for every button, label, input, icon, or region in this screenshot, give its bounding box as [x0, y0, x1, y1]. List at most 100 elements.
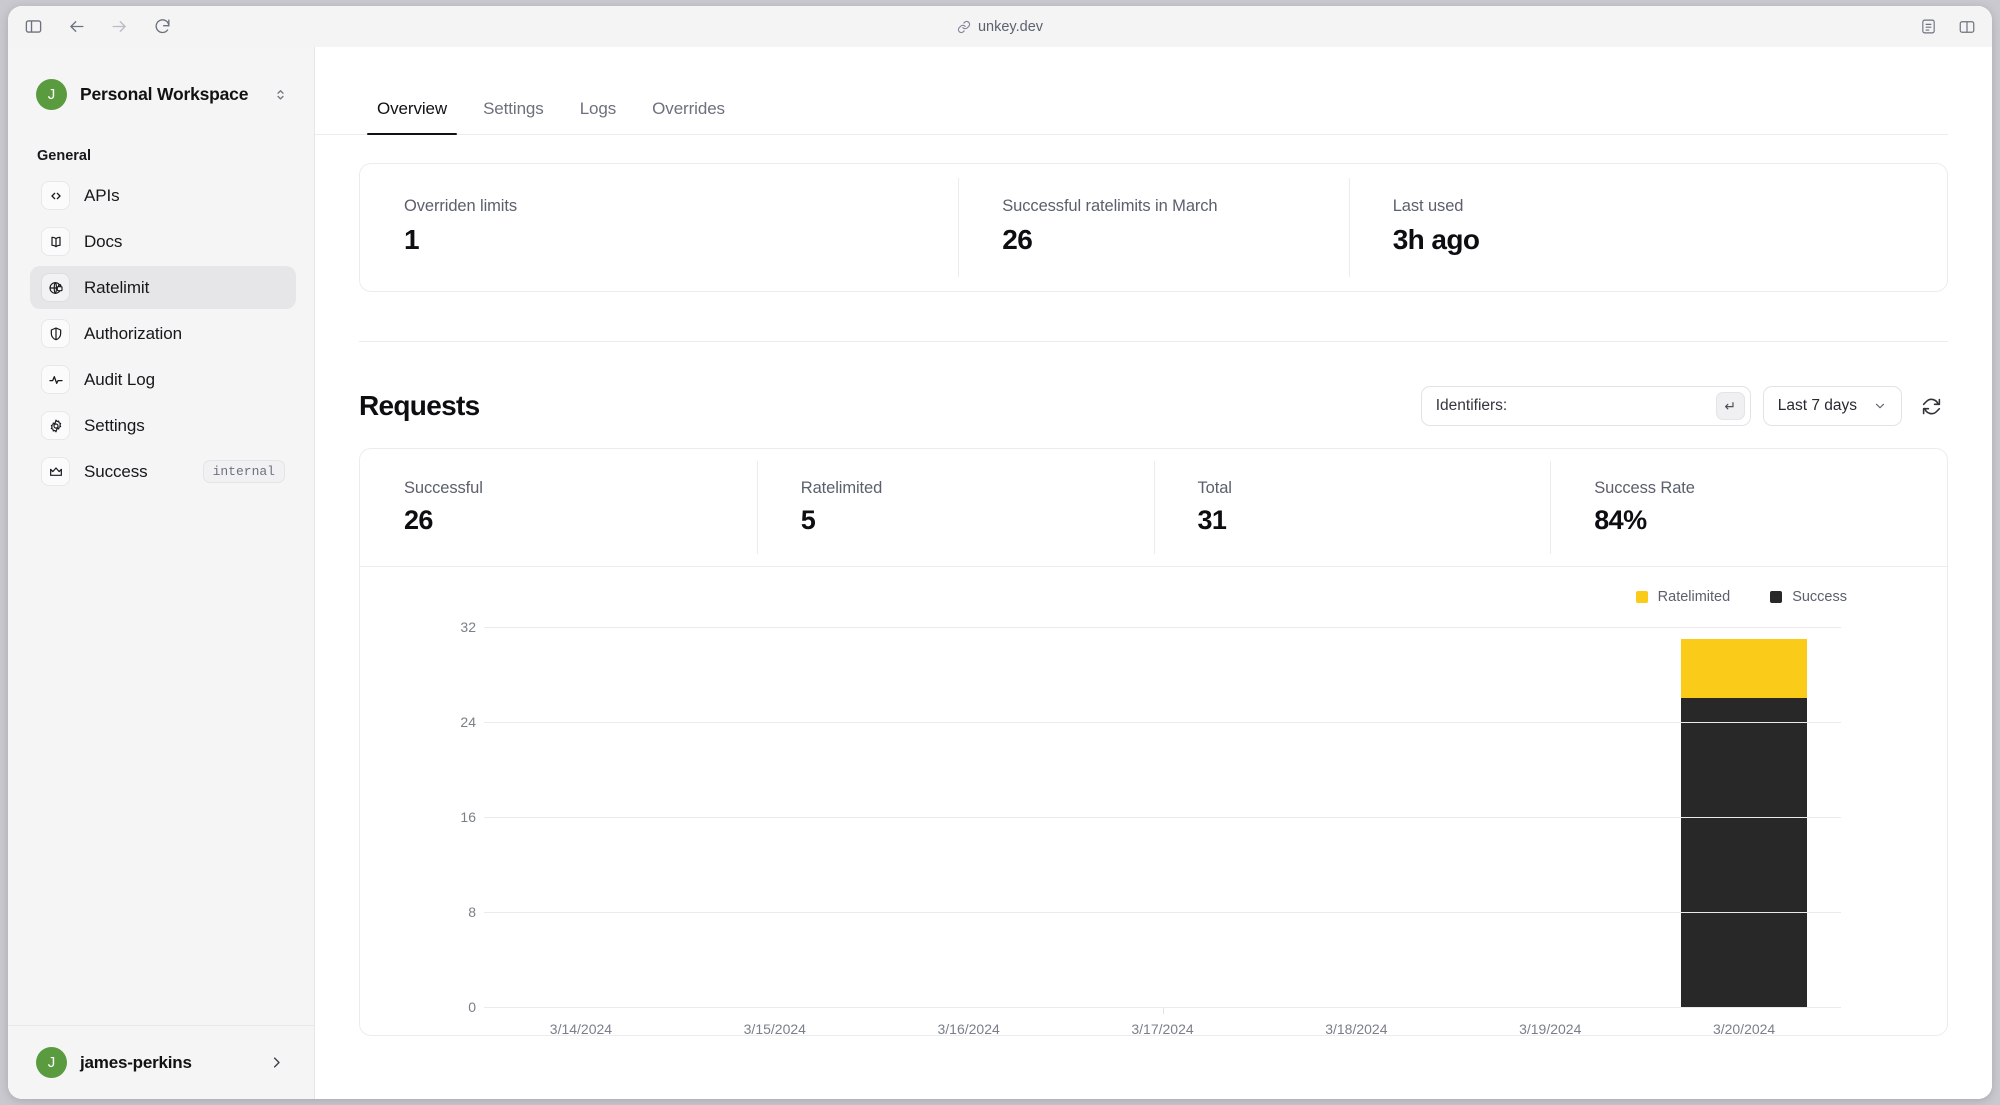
chart-y-tick: 24: [460, 714, 476, 730]
legend-swatch: [1635, 591, 1648, 603]
crown-icon: [41, 457, 70, 486]
stat-value: 5: [800, 505, 816, 535]
app-shell: J Personal Workspace General APIs Docs R…: [8, 47, 1992, 1099]
chart-plot-area: 3/14/2024 3/15/2024 3/16/2024 3/17/2024 3/18…: [428, 619, 1903, 1035]
chart-y-tick: 8: [468, 904, 476, 920]
reader-view-icon[interactable]: [1917, 16, 1939, 38]
chart-x-tick: 3/15/2024: [678, 1007, 1164, 1035]
chart-x-tick: 3/14/2024: [484, 1007, 1164, 1035]
user-name: james-perkins: [80, 1052, 192, 1072]
requests-stats-row: Successful 26 Ratelimited 5 Total 31 Suc…: [360, 449, 1947, 567]
sidebar-item-audit-log[interactable]: Audit Log: [30, 358, 296, 401]
panel-toggle-icon[interactable]: [1956, 16, 1978, 38]
summary-successful-ratelimits: Successful ratelimits in March 26: [958, 164, 1348, 291]
sidebar-footer: J james-perkins: [8, 1025, 314, 1099]
sidebar-item-success[interactable]: Success internal: [30, 450, 296, 493]
sidebar-item-label: Success: [84, 461, 148, 481]
chevron-right-icon: [269, 1055, 284, 1070]
browser-chrome: unkey.dev: [8, 6, 1992, 47]
chart-y-tick: 0: [468, 999, 476, 1015]
tab-overview[interactable]: Overview: [359, 99, 465, 135]
legend-label: Success: [1792, 589, 1847, 605]
stat-label: Success Rate: [1594, 479, 1695, 497]
avatar: J: [36, 1047, 67, 1078]
chart-gridline: [484, 817, 1841, 818]
stat-value: 84%: [1594, 505, 1647, 535]
tab-settings[interactable]: Settings: [465, 99, 562, 134]
refresh-icon: [1921, 396, 1942, 417]
sidebar-toggle-icon[interactable]: [22, 16, 44, 38]
sidebar-item-authorization[interactable]: Authorization: [30, 312, 296, 355]
legend-swatch: [1770, 591, 1783, 603]
chart-bar-segment-ratelimited: [1681, 638, 1808, 699]
reload-icon[interactable]: [151, 16, 173, 38]
chart-bar-segment-success: [1681, 698, 1808, 1007]
chart-y-tick: 32: [460, 619, 476, 635]
chart-gridline: [484, 627, 1841, 628]
chart-x-tick: 3/19/2024: [1162, 1007, 1647, 1035]
requests-toolbar: Identifiers: ↵ Last 7 days: [1420, 386, 1948, 426]
chart-gridline: [484, 912, 1841, 913]
legend-label: Ratelimited: [1657, 589, 1731, 605]
chart-gridline: [484, 1007, 1841, 1008]
stat-label: Ratelimited: [800, 479, 883, 497]
requests-card: Successful 26 Ratelimited 5 Total 31 Suc…: [359, 448, 1948, 1036]
date-range-select[interactable]: Last 7 days: [1762, 386, 1902, 426]
summary-value: 1: [404, 224, 420, 255]
sidebar-section-label: General: [37, 148, 91, 164]
stat-success-rate: Success Rate 84%: [1550, 449, 1947, 566]
workspace-avatar: J: [36, 79, 67, 110]
stat-value: 31: [1197, 505, 1227, 535]
summary-last-used: Last used 3h ago: [1348, 164, 1947, 291]
chart-x-tick: 3/18/2024: [1162, 1007, 1453, 1035]
content-area: Overriden limits 1 Successful ratelimits…: [315, 135, 1992, 1036]
sidebar-item-label: Ratelimit: [84, 277, 150, 297]
forward-arrow-icon[interactable]: [108, 16, 130, 38]
sidebar-item-settings[interactable]: Settings: [30, 404, 296, 447]
sidebar-item-docs[interactable]: Docs: [30, 220, 296, 263]
user-menu[interactable]: J james-perkins: [32, 1042, 292, 1083]
tab-overrides[interactable]: Overrides: [634, 99, 743, 134]
date-range-label: Last 7 days: [1777, 397, 1857, 414]
sidebar-item-label: Audit Log: [84, 369, 155, 389]
sidebar-item-label: Authorization: [84, 323, 182, 343]
tab-bar: Overview Settings Logs Overrides: [315, 69, 1948, 135]
sidebar-item-label: Settings: [84, 415, 145, 435]
globe-lock-icon: [41, 273, 70, 302]
chevron-up-down-icon: [273, 87, 288, 102]
chevron-down-icon: [1873, 399, 1887, 413]
summary-label: Overriden limits: [404, 197, 518, 215]
enter-key-icon[interactable]: ↵: [1715, 392, 1745, 420]
gear-icon: [41, 411, 70, 440]
requests-chart: Ratelimited Success 3/14/2024 3/15/2024 3/…: [360, 567, 1947, 1035]
refresh-button[interactable]: [1914, 386, 1948, 426]
workspace-switcher[interactable]: J Personal Workspace: [32, 73, 294, 116]
tab-logs[interactable]: Logs: [562, 99, 634, 134]
identifiers-input[interactable]: Identifiers: ↵: [1420, 386, 1751, 426]
book-icon: [41, 227, 70, 256]
shield-icon: [41, 319, 70, 348]
back-arrow-icon[interactable]: [65, 16, 87, 38]
sidebar-item-ratelimit[interactable]: Ratelimit: [30, 266, 296, 309]
stat-ratelimited: Ratelimited 5: [756, 449, 1154, 566]
link-icon: [957, 20, 971, 34]
chart-x-tick: 3/16/2024: [872, 1007, 1164, 1035]
chart-legend: Ratelimited Success: [388, 589, 1903, 605]
code-brackets-icon: [41, 181, 70, 210]
stat-label: Total: [1197, 479, 1232, 497]
summary-card: Overriden limits 1 Successful ratelimits…: [359, 163, 1948, 292]
activity-pulse-icon: [41, 365, 70, 394]
chart-bar[interactable]: [1681, 638, 1808, 1007]
sidebar-item-apis[interactable]: APIs: [30, 174, 296, 217]
address-bar[interactable]: unkey.dev: [8, 19, 1992, 35]
main-content: Overview Settings Logs Overrides Overrid…: [315, 47, 1992, 1099]
summary-label: Last used: [1392, 197, 1464, 215]
browser-window: unkey.dev J Personal Workspace General A…: [8, 6, 1992, 1099]
chart-gridline: [484, 722, 1841, 723]
stat-value: 26: [404, 505, 433, 535]
page-title: unkey.dev: [977, 18, 1044, 35]
summary-value: 26: [1002, 224, 1033, 255]
sidebar-item-label: Docs: [84, 231, 123, 251]
page-title: Requests: [359, 390, 480, 421]
